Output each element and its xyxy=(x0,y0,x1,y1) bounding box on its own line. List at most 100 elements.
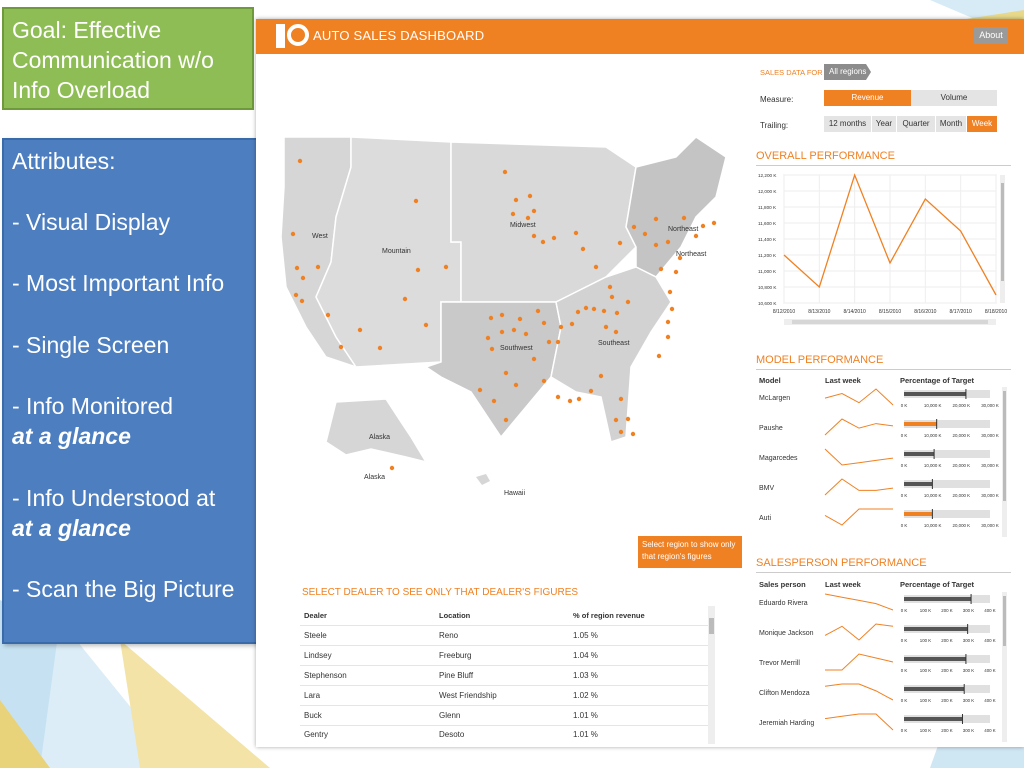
axis-label: 400 K xyxy=(984,638,996,643)
sparkline xyxy=(824,418,894,436)
attribute-most-important-info: - Most Important Info xyxy=(12,270,225,297)
overall-performance-chart: 12,200 K 12,000 K 11,800 K 11,600 K 11,400 K… xyxy=(758,173,1007,325)
axis-label: 0 K xyxy=(901,523,908,528)
dealer-percent: 1.03 % xyxy=(573,671,598,680)
dealer-name: Lindsey xyxy=(304,651,332,660)
measure-option-revenue[interactable]: Revenue xyxy=(824,90,911,106)
table-row[interactable]: Buck Glenn 1.01 % xyxy=(300,706,708,726)
y-tick-label: 11,000 K xyxy=(758,269,777,274)
region-label-alaska: Alaska xyxy=(369,434,390,441)
trailing-option-month[interactable]: Month xyxy=(936,116,966,132)
dealer-table-scrollbar[interactable] xyxy=(708,606,715,744)
attribute-visual-display: - Visual Display xyxy=(12,209,171,236)
section-divider xyxy=(756,369,1011,370)
axis-label: 100 K xyxy=(920,608,932,613)
trailing-option-quarter[interactable]: Quarter xyxy=(897,116,935,132)
x-tick-label: 8/16/2010 xyxy=(914,309,936,315)
trailing-option-week[interactable]: Week xyxy=(967,116,997,132)
region-alaska xyxy=(325,398,428,464)
dealer-location: Freeburg xyxy=(439,651,472,660)
sparkline xyxy=(824,508,893,526)
sales-col-target: Percentage of Target xyxy=(900,580,975,589)
axis-label: 300 K xyxy=(963,698,975,703)
axis-label: 200 K xyxy=(941,698,953,703)
axis-label: 20,000 K xyxy=(953,403,971,408)
dealer-location: Pine Bluff xyxy=(439,671,474,680)
dealer-name: Steele xyxy=(304,631,327,640)
axis-label: 0 K xyxy=(901,728,908,733)
dealer-table: Dealer Location % of region revenue Stee… xyxy=(300,606,716,744)
sparkline xyxy=(824,683,894,701)
us-region-map[interactable]: West Mountain Midwest Northeast Northeas… xyxy=(276,137,746,507)
measure-option-volume[interactable]: Volume xyxy=(911,90,997,106)
axis-label: 200 K xyxy=(941,668,953,673)
axis-label: 10,000 K xyxy=(924,493,942,498)
model-performance-rows: McLargen 0 K 10,000 K 20,000 K 30,000 K Paush… xyxy=(759,387,1007,537)
region-label-alaska-2: Alaska xyxy=(364,474,385,481)
region-selector[interactable]: All regions xyxy=(824,64,872,80)
dealer-percent: 1.01 % xyxy=(573,730,598,739)
y-tick-label: 11,800 K xyxy=(758,205,777,210)
table-row[interactable]: Lindsey Freeburg 1.04 % xyxy=(300,646,708,666)
axis-label: 100 K xyxy=(920,698,932,703)
target-bar-fill xyxy=(904,422,937,426)
target-bar-fill xyxy=(904,452,935,456)
y-tick-label: 12,200 K xyxy=(758,173,777,178)
salesperson-performance-title: SALESPERSON PERFORMANCE xyxy=(756,557,927,569)
dealer-location: Reno xyxy=(439,631,459,640)
target-bar-fill xyxy=(904,717,963,721)
region-label-southwest: Southwest xyxy=(500,345,533,352)
goal-callout: Goal: Effective Communication w/o Info O… xyxy=(2,7,254,110)
attribute-single-screen: - Single Screen xyxy=(12,331,170,358)
axis-label: 200 K xyxy=(941,728,953,733)
dealer-percent: 1.05 % xyxy=(573,631,598,640)
measure-label: Measure: xyxy=(760,95,794,104)
attributes-heading: Attributes: xyxy=(12,148,116,174)
x-tick-label: 8/13/2010 xyxy=(808,309,830,315)
map-hint-tooltip: Select region to show only that region's… xyxy=(638,536,742,568)
section-divider xyxy=(756,165,1011,166)
x-tick-label: 8/14/2010 xyxy=(844,309,866,315)
axis-label: 300 K xyxy=(963,638,975,643)
axis-label: 10,000 K xyxy=(924,463,942,468)
region-label-midwest: Midwest xyxy=(510,222,536,229)
table-row[interactable]: Gentry Desoto 1.01 % xyxy=(300,725,708,744)
dealer-name: Gentry xyxy=(304,730,329,739)
row-name: Auti xyxy=(759,515,772,522)
axis-label: 20,000 K xyxy=(953,433,971,438)
sparkline xyxy=(824,713,894,731)
trailing-option-12-months[interactable]: 12 months xyxy=(824,116,871,132)
dealer-name: Buck xyxy=(304,711,322,720)
trailing-option-year[interactable]: Year xyxy=(872,116,896,132)
region-shapes xyxy=(280,137,727,485)
about-button[interactable]: About xyxy=(974,27,1008,44)
logo-icon xyxy=(276,24,310,48)
dealer-percent: 1.02 % xyxy=(573,691,598,700)
salesperson-performance-rows: Eduardo Rivera 0 K 100 K 200 K 300 K 400 K Mon… xyxy=(759,592,1007,742)
dashboard-header: AUTO SALES DASHBOARD About xyxy=(256,19,1024,54)
sales-col-last-week: Last week xyxy=(825,580,861,589)
axis-label: 300 K xyxy=(963,728,975,733)
region-label-southeast: Southeast xyxy=(598,340,630,347)
row-name: Paushe xyxy=(759,425,783,432)
dealer-table-header: Dealer Location % of region revenue xyxy=(300,606,708,626)
sparkline xyxy=(825,653,894,671)
row-name: BMV xyxy=(759,485,775,492)
dealer-location: Glenn xyxy=(439,711,461,720)
axis-label: 100 K xyxy=(920,668,932,673)
sparkline xyxy=(824,388,894,406)
section-divider xyxy=(756,572,1011,573)
dashboard-title: AUTO SALES DASHBOARD xyxy=(313,28,485,43)
dealer-table-scroll-thumb[interactable] xyxy=(709,618,714,634)
dealer-name: Stephenson xyxy=(304,671,347,680)
table-row[interactable]: Steele Reno 1.05 % xyxy=(300,626,708,646)
region-southwest xyxy=(424,301,562,439)
row-name: Clifton Mendoza xyxy=(759,690,810,697)
row-name: Trevor Merrill xyxy=(759,660,800,667)
model-col-target: Percentage of Target xyxy=(900,376,975,385)
attribute-big-picture: - Scan the Big Picture xyxy=(12,576,235,603)
axis-label: 20,000 K xyxy=(953,493,971,498)
target-bar-fill xyxy=(904,627,968,631)
table-row[interactable]: Lara West Friendship 1.02 % xyxy=(300,686,708,706)
table-row[interactable]: Stephenson Pine Bluff 1.03 % xyxy=(300,666,708,686)
